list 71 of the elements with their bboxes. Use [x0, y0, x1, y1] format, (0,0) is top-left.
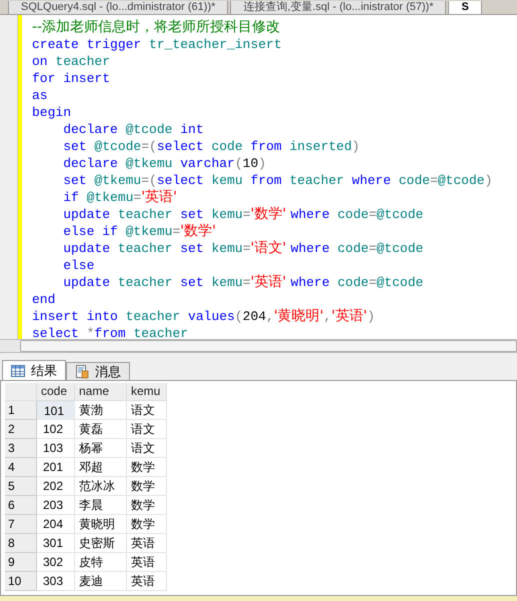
table-cell: 麦迪 — [75, 572, 127, 591]
horizontal-scrollbar[interactable] — [0, 339, 517, 353]
code-line: update teacher set kemu='数学' where code=@tcode — [62, 206, 424, 223]
code-line: select *from teacher — [32, 325, 188, 342]
row-number[interactable]: 1 — [5, 401, 37, 420]
table-cell: 李晨 — [75, 496, 127, 515]
code-line: end — [32, 291, 56, 308]
row-number[interactable]: 9 — [5, 553, 37, 572]
code-line: create trigger tr_teacher_insert — [32, 36, 282, 53]
table-cell: 302 — [37, 553, 75, 572]
table-cell: 英语 — [127, 534, 167, 553]
table-cell: 英语 — [127, 572, 167, 591]
table-cell: 黄渤 — [75, 401, 127, 420]
table-cell: 203 — [37, 496, 75, 515]
table-cell: 204 — [37, 515, 75, 534]
code-line: update teacher set kemu='英语' where code=@tcode — [62, 274, 424, 291]
table-cell: 杨幂 — [75, 439, 127, 458]
row-number[interactable]: 6 — [5, 496, 37, 515]
grid-icon — [11, 364, 25, 376]
code-comment: --添加老师信息时，将老师所授科目修改 — [32, 19, 280, 36]
row-number[interactable]: 4 — [5, 458, 37, 477]
code-line: begin — [32, 104, 72, 121]
table-cell: 黄晓明 — [75, 515, 127, 534]
column-header[interactable]: name — [75, 383, 127, 401]
code-line: update teacher set kemu='语文' where code=@tcode — [62, 240, 424, 257]
document-tab[interactable]: SQLQuery4.sql - (lo...dministrator (61))* — [8, 1, 228, 14]
code-line: set @tcode=(select code from inserted) — [62, 138, 360, 155]
table-cell: 英语 — [127, 553, 167, 572]
code-line: on teacher — [32, 53, 110, 70]
row-number[interactable]: 5 — [5, 477, 37, 496]
table-cell: 语文 — [127, 439, 167, 458]
table-cell: 数学 — [127, 496, 167, 515]
column-header[interactable]: kemu — [127, 383, 167, 401]
table-cell: 邓超 — [75, 458, 127, 477]
code-line: if @tkemu='英语' — [62, 189, 177, 206]
document-tab[interactable]: S — [448, 1, 482, 14]
result-tab[interactable]: 结果 — [2, 360, 66, 380]
document-tab[interactable]: 连接查询,变量.sql - (lo...inistrator (57))* — [230, 1, 446, 14]
column-header[interactable]: code — [37, 383, 75, 401]
code-line: set @tkemu=(select kemu from teacher where code=@tcode) — [62, 172, 492, 189]
code-line: declare @tkemu varchar(10) — [62, 155, 266, 172]
code-line: for insert — [32, 70, 110, 87]
table-cell: 数学 — [127, 477, 167, 496]
row-number[interactable]: 7 — [5, 515, 37, 534]
code-line: insert into teacher values(204,'黄晓明','英语') — [32, 308, 375, 325]
table-cell: 皮特 — [75, 553, 127, 572]
table-cell: 201 — [37, 458, 75, 477]
table-cell: 301 — [37, 534, 75, 553]
table-cell: 202 — [37, 477, 75, 496]
row-number[interactable]: 2 — [5, 420, 37, 439]
table-cell: 黄磊 — [75, 420, 127, 439]
row-number[interactable]: 3 — [5, 439, 37, 458]
table-cell: 数学 — [127, 458, 167, 477]
code-line: declare @tcode int — [62, 121, 204, 138]
row-number[interactable]: 8 — [5, 534, 37, 553]
result-tab[interactable]: 消息 — [66, 362, 130, 380]
table-cell: 范冰冰 — [75, 477, 127, 496]
table-cell: 数学 — [127, 515, 167, 534]
code-line: else if @tkemu='数学' — [62, 223, 216, 240]
document-icon — [75, 364, 89, 378]
table-cell: 语文 — [127, 420, 167, 439]
table-cell: 史密斯 — [75, 534, 127, 553]
row-number[interactable]: 10 — [5, 572, 37, 591]
code-line: else — [62, 257, 94, 274]
code-line: as — [32, 87, 48, 104]
table-cell: 103 — [37, 439, 75, 458]
table-cell: 语文 — [127, 401, 167, 420]
grid-corner[interactable] — [5, 383, 37, 401]
table-cell: 303 — [37, 572, 75, 591]
table-cell: 102 — [37, 420, 75, 439]
table-cell: 101 — [37, 401, 75, 420]
